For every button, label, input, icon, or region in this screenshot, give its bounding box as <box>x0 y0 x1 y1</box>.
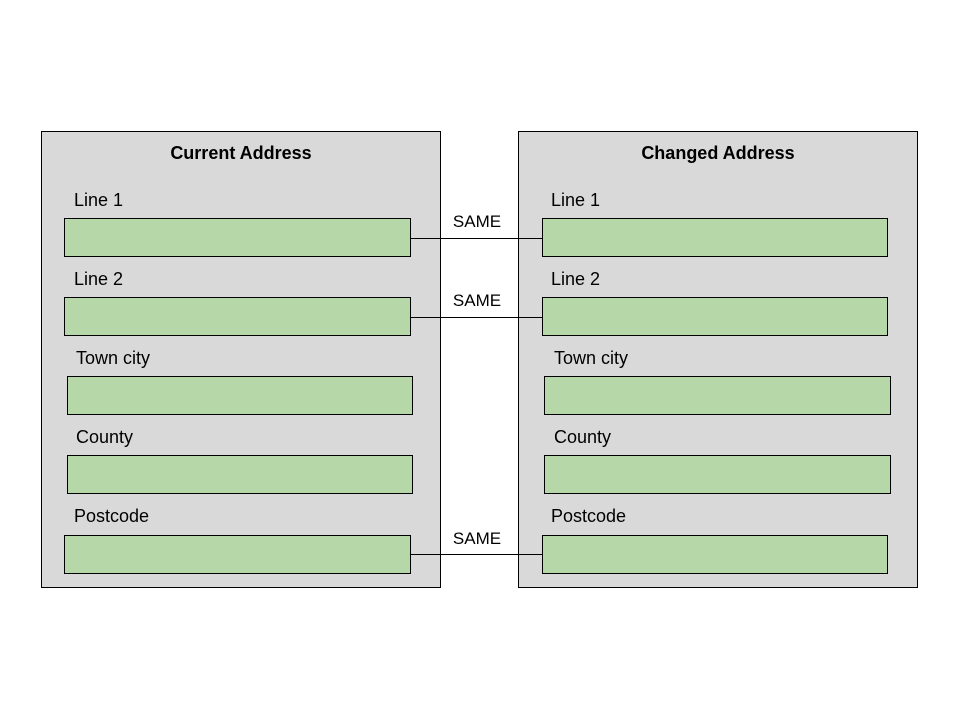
current-line1-label: Line 1 <box>74 190 124 210</box>
current-county-label: County <box>76 427 134 447</box>
changed-town-city-label: Town city <box>554 348 629 368</box>
changed-town-city-field[interactable] <box>544 376 891 415</box>
changed-line2-field[interactable] <box>542 297 888 336</box>
current-postcode-field[interactable] <box>64 535 411 574</box>
changed-postcode-label: Postcode <box>551 506 627 526</box>
connector-postcode-label: SAME <box>452 529 502 548</box>
current-county-field[interactable] <box>67 455 413 494</box>
changed-address-title: Changed Address <box>641 143 795 163</box>
current-address-panel: Current Address Line 1 Line 2 Town city … <box>41 131 441 588</box>
current-postcode-label: Postcode <box>74 506 150 526</box>
connector-postcode <box>410 554 542 555</box>
connector-line2-label: SAME <box>452 291 502 310</box>
changed-county-field[interactable] <box>544 455 891 494</box>
changed-line1-field[interactable] <box>542 218 888 257</box>
changed-address-panel: Changed Address Line 1 Line 2 Town city … <box>518 131 918 588</box>
current-line1-field[interactable] <box>64 218 411 257</box>
changed-line2-label: Line 2 <box>551 269 601 289</box>
changed-county-label: County <box>554 427 612 447</box>
connector-line1-label: SAME <box>452 212 502 231</box>
current-town-city-label: Town city <box>76 348 151 368</box>
current-line2-field[interactable] <box>64 297 411 336</box>
changed-postcode-field[interactable] <box>542 535 888 574</box>
changed-line1-label: Line 1 <box>551 190 601 210</box>
current-address-title: Current Address <box>170 143 312 163</box>
connector-line1 <box>410 238 542 239</box>
connector-line2 <box>410 317 542 318</box>
current-line2-label: Line 2 <box>74 269 124 289</box>
current-town-city-field[interactable] <box>67 376 413 415</box>
